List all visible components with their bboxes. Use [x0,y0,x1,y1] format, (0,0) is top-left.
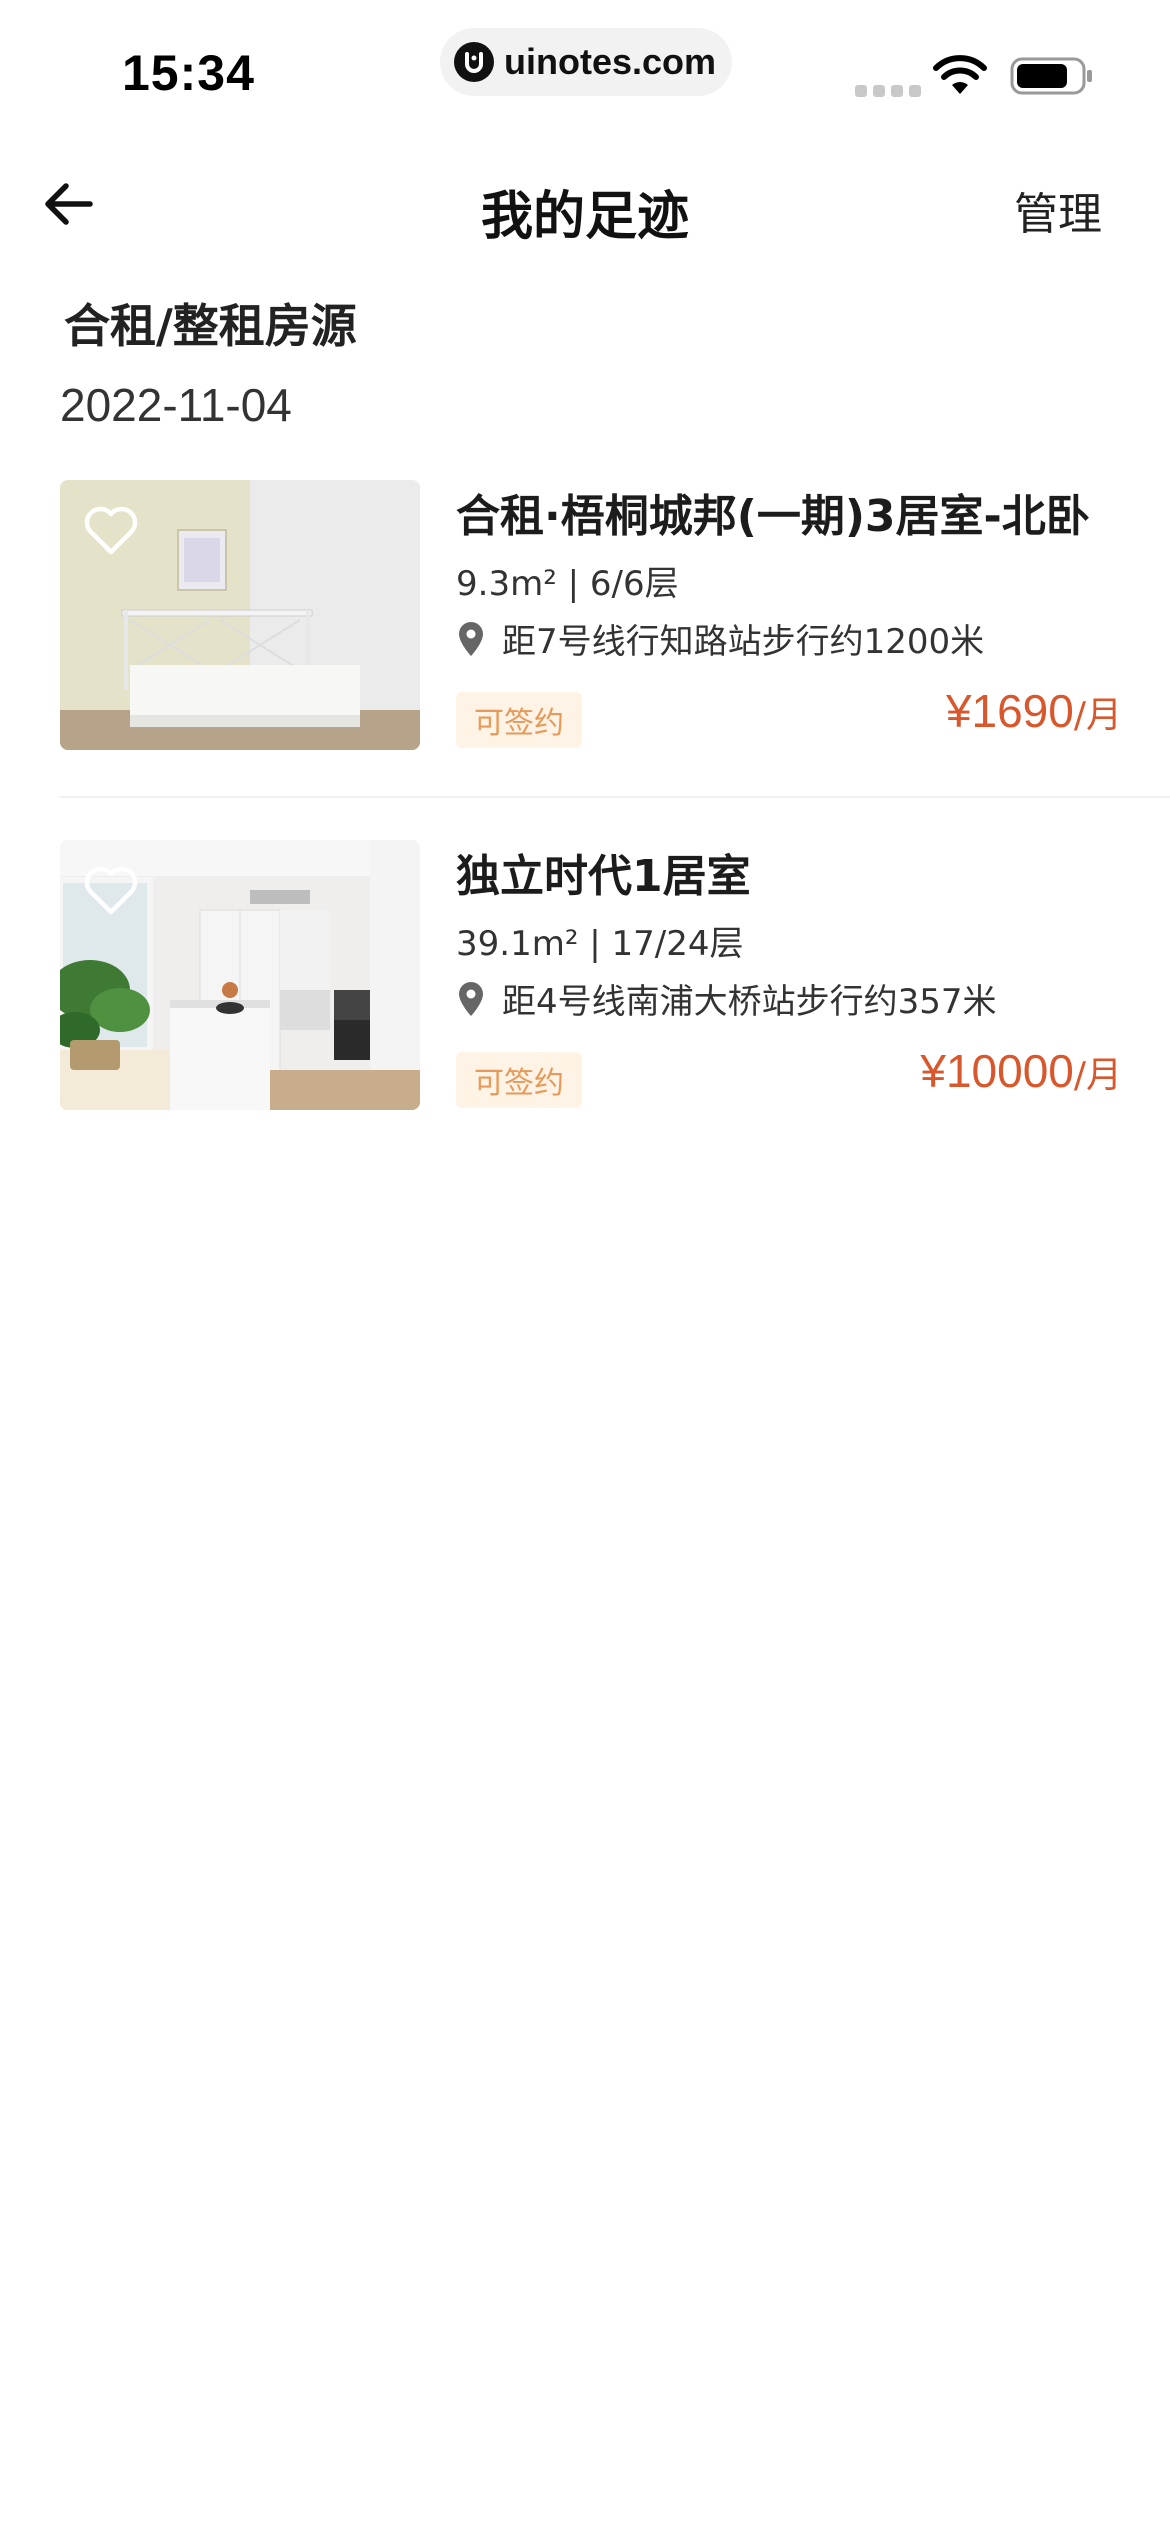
listing-specs: 39.1m² | 17/24层 [456,924,744,964]
status-time: 15:34 [122,45,255,101]
distance-text: 距7号线行知路站步行约1200米 [502,622,985,662]
location-pin-icon [459,621,483,656]
price-value: ¥1690 [945,685,1074,737]
listing-price: ¥1690/月 [946,684,1122,738]
status-badge: 可签约 [456,1052,582,1108]
listing-info: 合租·梧桐城邦(一期)3居室-北卧 9.3m² | 6/6层 距7号线行知路站步… [456,480,1170,752]
uinotes-logo-icon [454,42,494,82]
favorite-heart-icon[interactable] [82,864,140,918]
price-unit: /月 [1073,695,1122,736]
battery-icon [1010,57,1092,95]
manage-button[interactable]: 管理 [1014,178,1102,242]
distance-text: 距4号线南浦大桥站步行约357米 [502,982,997,1022]
listing-distance: 距4号线南浦大桥站步行约357米 [456,974,997,1023]
wifi-icon [933,55,987,94]
page-title: 我的足迹 [480,187,689,247]
nav-bar: 我的足迹 管理 [0,150,1170,260]
listing-card[interactable]: 独立时代1居室 39.1m² | 17/24层 距4号线南浦大桥站步行约357米… [60,840,1170,1112]
section-title: 合租/整租房源 [64,299,357,353]
location-pin-icon [459,981,483,1016]
listing-title: 独立时代1居室 [456,851,751,902]
listing-card[interactable]: 合租·梧桐城邦(一期)3居室-北卧 9.3m² | 6/6层 距7号线行知路站步… [60,480,1170,752]
listing-title: 合租·梧桐城邦(一期)3居室-北卧 [456,491,1090,542]
listing-info: 独立时代1居室 39.1m² | 17/24层 距4号线南浦大桥站步行约357米… [456,840,1170,1112]
status-badge: 可签约 [456,692,582,748]
signal-icon [855,85,921,97]
favorite-heart-icon[interactable] [82,504,140,558]
status-bar: 15:34 uinotes.com [0,0,1170,140]
listing-distance: 距7号线行知路站步行约1200米 [456,614,984,663]
url-pill: uinotes.com [440,28,732,96]
listing-price: ¥10000/月 [920,1044,1122,1098]
date-label: 2022-11-04 [60,379,292,431]
divider [60,796,1170,798]
price-value: ¥10000 [920,1045,1074,1097]
listing-specs: 9.3m² | 6/6层 [456,564,679,604]
url-text: uinotes.com [504,41,717,82]
price-unit: /月 [1073,1055,1122,1096]
